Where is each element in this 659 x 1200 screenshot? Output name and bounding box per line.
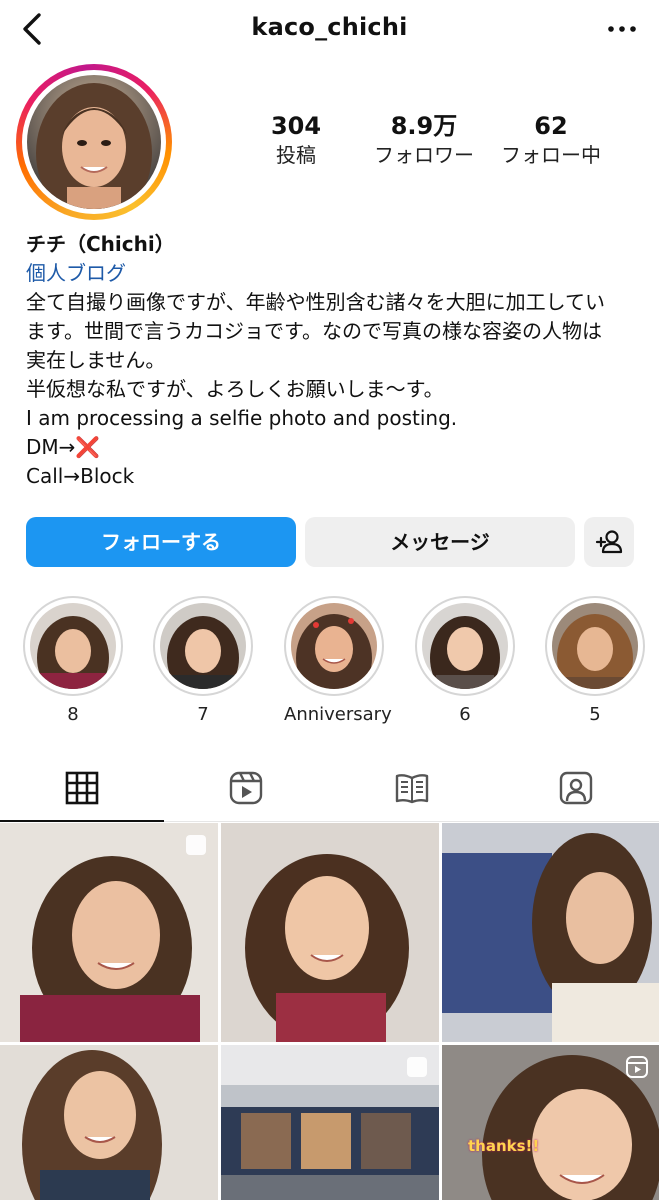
tab-tagged[interactable] [494, 760, 658, 822]
highlight-label: Anniversary [284, 704, 392, 725]
more-horizontal-icon[interactable] [605, 16, 639, 42]
highlight-label: 7 [197, 704, 209, 725]
carousel-icon [407, 1057, 427, 1077]
post-thumbnail[interactable] [442, 823, 659, 1042]
bio-line: ます。世間で言うカコジョです。なので写真の様な容姿の人物は [26, 319, 602, 343]
following-count-value: 62 [534, 112, 568, 140]
add-person-icon [595, 530, 623, 554]
highlight-label: 6 [459, 704, 471, 725]
sticker-text: thanks!! [468, 1137, 540, 1155]
profile-category[interactable]: 個人ブログ [26, 259, 646, 288]
followers-count-label: フォロワー [374, 143, 474, 167]
posts-count-label: 投稿 [276, 143, 316, 167]
highlight-cover [291, 603, 377, 689]
story-highlight[interactable]: 6 [415, 596, 515, 725]
bio-line: DM→❌ [26, 435, 101, 459]
grid-icon [65, 771, 99, 805]
posts-count[interactable]: 304 投稿 [250, 112, 342, 170]
suggest-users-button[interactable] [584, 517, 634, 567]
following-count-label: フォロー中 [501, 143, 601, 167]
avatar [27, 75, 161, 209]
tab-guides[interactable] [330, 760, 494, 822]
profile-tabs [0, 760, 659, 822]
post-thumbnail[interactable] [221, 823, 439, 1042]
followers-count-value: 8.9万 [390, 112, 458, 140]
highlight-cover [30, 603, 116, 689]
reels-icon [229, 771, 263, 805]
profile-bio: チチ（Chichi） 個人ブログ 全て自撮り画像ですが、年齢や性別含む諸々を大胆… [26, 230, 646, 491]
post-thumbnail[interactable]: thanks!! [442, 1045, 659, 1200]
profile-username: kaco_chichi [251, 13, 408, 41]
guide-icon [395, 774, 429, 804]
highlight-label: 8 [67, 704, 79, 725]
posts-grid: thanks!! [0, 823, 659, 1200]
bio-line: I am processing a selfie photo and posti… [26, 406, 458, 430]
bio-line: 実在しません。 [26, 348, 166, 372]
followers-count[interactable]: 8.9万 フォロワー [364, 112, 484, 170]
story-highlight[interactable]: 5 [545, 596, 645, 725]
story-highlight[interactable]: Anniversary [284, 596, 392, 725]
bio-line: 全て自撮り画像ですが、年齢や性別含む諸々を大胆に加工してい [26, 290, 605, 314]
post-thumbnail[interactable] [0, 823, 218, 1042]
profile-stats: 304 投稿 8.9万 フォロワー 62 フォロー中 [250, 112, 630, 174]
following-count[interactable]: 62 フォロー中 [496, 112, 606, 170]
follow-button[interactable]: フォローする [26, 517, 296, 567]
highlight-cover [422, 603, 508, 689]
tab-reels[interactable] [164, 760, 328, 822]
display-name: チチ（Chichi） [26, 232, 175, 256]
post-thumbnail[interactable] [0, 1045, 218, 1200]
highlight-cover [160, 603, 246, 689]
tab-posts-grid[interactable] [0, 760, 164, 822]
story-highlight[interactable]: 8 [23, 596, 123, 725]
bio-line: 半仮想な私ですが、よろしくお願いしま〜す。 [26, 377, 444, 401]
posts-count-value: 304 [270, 112, 322, 140]
tagged-icon [559, 771, 593, 805]
highlight-label: 5 [589, 704, 601, 725]
story-highlight[interactable]: 7 [153, 596, 253, 725]
message-button[interactable]: メッセージ [305, 517, 575, 567]
carousel-icon [186, 835, 206, 855]
avatar-story-ring[interactable] [16, 64, 172, 220]
reels-icon [626, 1056, 648, 1078]
bio-line: Call→Block [26, 464, 135, 488]
highlight-cover [552, 603, 638, 689]
profile-header: kaco_chichi [0, 0, 659, 58]
post-thumbnail[interactable] [221, 1045, 439, 1200]
